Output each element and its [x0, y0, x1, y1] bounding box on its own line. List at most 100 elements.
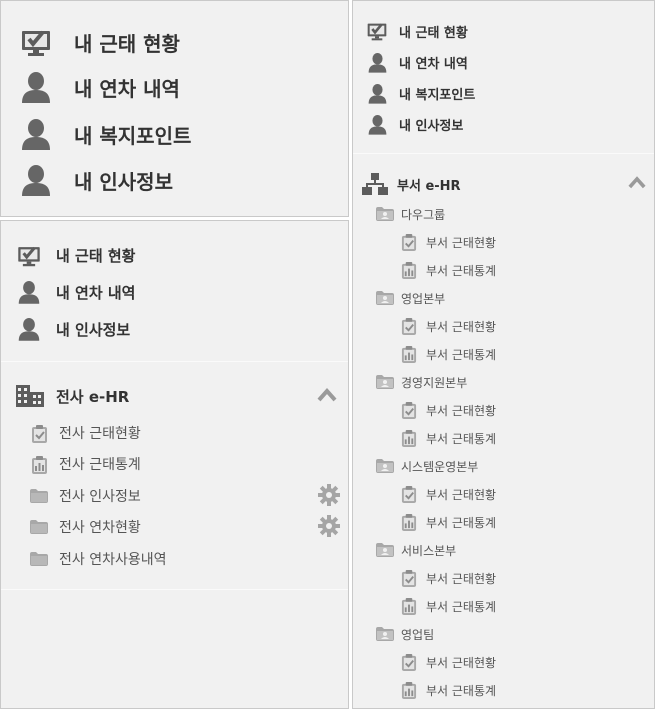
menu-item-my-welfare-points[interactable]: 내 복지포인트: [366, 82, 475, 104]
folder-icon: [30, 517, 48, 537]
tree-item-dept-attendance[interactable]: 부서 근태현황: [400, 484, 496, 504]
clipboard-check-icon: [400, 568, 418, 588]
menu-item-label: 내 복지포인트: [74, 123, 192, 148]
tree-item-dept-attendance[interactable]: 부서 근태현황: [400, 652, 496, 672]
bar-chart-icon: [400, 596, 418, 616]
tree-item-company-attendance-stats[interactable]: 전사 근태통계: [30, 453, 141, 475]
tree-group-label: 시스템운영본부: [401, 459, 479, 474]
person-icon: [19, 70, 53, 104]
menu-item-my-leave[interactable]: 내 연차 내역: [16, 280, 135, 304]
panel-my-menu-large: 내 근태 현황 내 연차 내역 내 복지포인트 내 인사정보: [0, 0, 349, 217]
tree-item-dept-attendance-stats[interactable]: 부서 근태통계: [400, 428, 496, 448]
org-chart-icon: [362, 172, 388, 196]
menu-item-my-welfare-points[interactable]: 내 복지포인트: [19, 117, 191, 151]
tree-item-label: 부서 근태현황: [426, 235, 497, 250]
menu-item-my-hr-info[interactable]: 내 인사정보: [16, 317, 130, 341]
divider: [1, 361, 348, 362]
tree-item-label: 전사 인사정보: [59, 489, 141, 505]
tree-item-label: 전사 연차현황: [59, 520, 141, 536]
section-header-dept-ehr[interactable]: 부서 e-HR: [362, 172, 461, 196]
tree-item-label: 부서 근태현황: [426, 487, 497, 502]
divider: [1, 589, 348, 590]
tree-item-company-leave-usage[interactable]: 전사 연차사용내역: [30, 548, 167, 570]
tree-item-company-leave[interactable]: 전사 연차현황: [30, 516, 141, 538]
tree-item-dept-attendance-stats[interactable]: 부서 근태통계: [400, 260, 496, 280]
menu-item-label: 내 연차 내역: [56, 283, 136, 302]
person-folder-icon: [376, 456, 394, 476]
person-folder-icon: [376, 204, 394, 224]
tree-item-label: 부서 근태통계: [426, 431, 497, 446]
gear-icon[interactable]: [318, 515, 340, 537]
tree-item-dept-attendance[interactable]: 부서 근태현황: [400, 316, 496, 336]
clipboard-check-icon: [400, 316, 418, 336]
chevron-up-icon[interactable]: [317, 388, 337, 402]
menu-item-my-attendance[interactable]: 내 근태 현황: [366, 20, 468, 42]
tree-item-company-hr-info[interactable]: 전사 인사정보: [30, 485, 141, 507]
tree-group-dept[interactable]: 경영지원본부: [376, 372, 467, 392]
menu-item-my-attendance[interactable]: 내 근태 현황: [19, 25, 180, 59]
person-folder-icon: [376, 372, 394, 392]
tree-item-label: 부서 근태통계: [426, 347, 497, 362]
bar-chart-icon: [30, 454, 48, 474]
tree-item-label: 부서 근태현황: [426, 655, 497, 670]
check-monitor-icon: [19, 25, 53, 59]
tree-item-dept-attendance[interactable]: 부서 근태현황: [400, 232, 496, 252]
tree-item-dept-attendance-stats[interactable]: 부서 근태통계: [400, 596, 496, 616]
building-icon: [16, 384, 44, 408]
tree-item-dept-attendance-stats[interactable]: 부서 근태통계: [400, 512, 496, 532]
section-title: 전사 e-HR: [56, 387, 130, 406]
tree-item-company-attendance[interactable]: 전사 근태현황: [30, 422, 141, 444]
panel-company-ehr: 내 근태 현황 내 연차 내역 내 인사정보 전사 e-HR 전사 근태현황 전…: [0, 220, 349, 709]
menu-item-my-leave[interactable]: 내 연차 내역: [19, 70, 180, 104]
menu-item-my-hr-info[interactable]: 내 인사정보: [366, 113, 463, 135]
tree-item-label: 전사 근태통계: [59, 457, 141, 473]
panel-dept-ehr: 내 근태 현황 내 연차 내역 내 복지포인트 내 인사정보 부서 e-HR 다…: [352, 0, 655, 709]
tree-item-label: 부서 근태통계: [426, 683, 497, 698]
folder-icon: [30, 486, 48, 506]
bar-chart-icon: [400, 344, 418, 364]
folder-icon: [30, 549, 48, 569]
person-folder-icon: [376, 624, 394, 644]
tree-item-dept-attendance-stats[interactable]: 부서 근태통계: [400, 680, 496, 700]
menu-item-label: 내 근태 현황: [74, 31, 180, 56]
tree-group-dept[interactable]: 시스템운영본부: [376, 456, 478, 476]
tree-group-label: 영업본부: [401, 291, 446, 306]
tree-item-label: 전사 근태현황: [59, 426, 141, 442]
bar-chart-icon: [400, 428, 418, 448]
tree-item-dept-attendance-stats[interactable]: 부서 근태통계: [400, 344, 496, 364]
menu-item-label: 내 근태 현황: [56, 246, 136, 265]
tree-item-label: 부서 근태현황: [426, 403, 497, 418]
menu-item-label: 내 연차 내역: [74, 76, 180, 101]
menu-item-my-attendance[interactable]: 내 근태 현황: [16, 243, 135, 267]
person-folder-icon: [376, 540, 394, 560]
menu-item-label: 내 인사정보: [56, 320, 131, 339]
section-title: 부서 e-HR: [397, 178, 461, 194]
tree-item-dept-attendance[interactable]: 부서 근태현황: [400, 400, 496, 420]
person-folder-icon: [376, 288, 394, 308]
check-monitor-icon: [366, 20, 388, 42]
tree-group-dept[interactable]: 영업본부: [376, 288, 445, 308]
tree-group-label: 서비스본부: [401, 543, 457, 558]
clipboard-check-icon: [30, 423, 48, 443]
bar-chart-icon: [400, 512, 418, 532]
menu-item-label: 내 근태 현황: [399, 25, 468, 41]
clipboard-check-icon: [400, 232, 418, 252]
menu-item-my-leave[interactable]: 내 연차 내역: [366, 51, 468, 73]
menu-item-label: 내 연차 내역: [399, 56, 468, 72]
tree-group-dept[interactable]: 서비스본부: [376, 540, 456, 560]
gear-icon[interactable]: [318, 484, 340, 506]
tree-group-dept[interactable]: 영업팀: [376, 624, 434, 644]
person-icon: [19, 117, 53, 151]
clipboard-check-icon: [400, 400, 418, 420]
bar-chart-icon: [400, 260, 418, 280]
section-header-company-ehr[interactable]: 전사 e-HR: [16, 384, 129, 408]
tree-item-dept-attendance[interactable]: 부서 근태현황: [400, 568, 496, 588]
tree-item-label: 부서 근태통계: [426, 515, 497, 530]
divider: [353, 153, 654, 154]
chevron-up-icon[interactable]: [628, 176, 646, 189]
tree-group-label: 영업팀: [401, 627, 435, 642]
clipboard-check-icon: [400, 484, 418, 504]
tree-item-label: 부서 근태현황: [426, 571, 497, 586]
menu-item-my-hr-info[interactable]: 내 인사정보: [19, 163, 173, 197]
tree-group-dept[interactable]: 다우그룹: [376, 204, 445, 224]
